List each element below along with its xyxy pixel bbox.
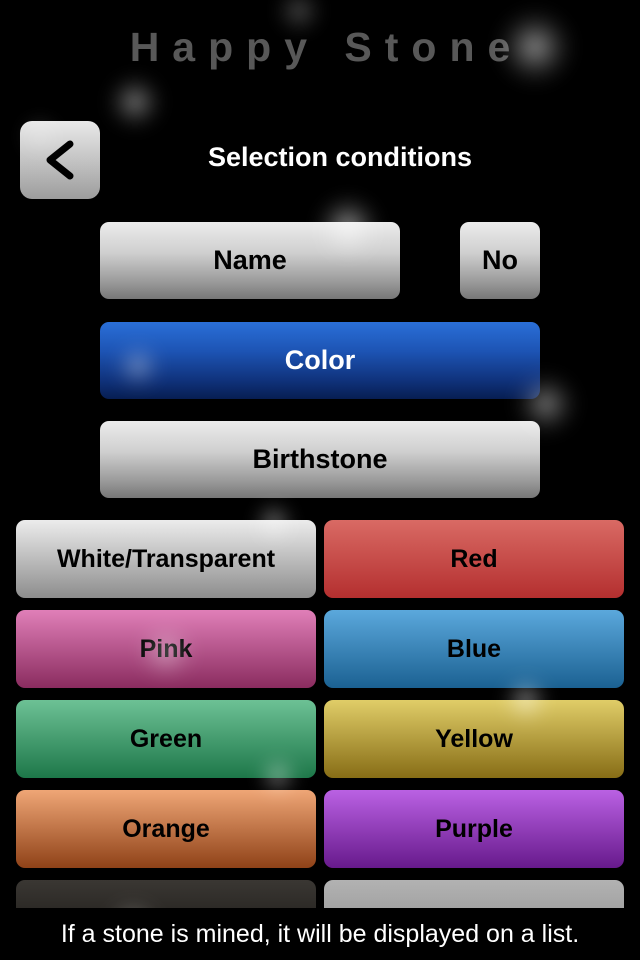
color-swatch-orange[interactable]: Orange (16, 790, 316, 868)
color-swatch-white-transparent[interactable]: White/Transparent (16, 520, 316, 598)
condition-button-color[interactable]: Color (100, 322, 540, 399)
color-swatch-blue[interactable]: Blue (324, 610, 624, 688)
footer-message: If a stone is mined, it will be displaye… (60, 919, 580, 948)
condition-button-no[interactable]: No (460, 222, 540, 299)
color-swatch-yellow[interactable]: Yellow (324, 700, 624, 778)
color-swatch-purple[interactable]: Purple (324, 790, 624, 868)
footer-status-bar: If a stone is mined, it will be displaye… (0, 908, 640, 960)
back-button[interactable] (20, 121, 100, 199)
app-title: Happy Stone (129, 24, 524, 70)
page-title: Selection conditions (207, 142, 473, 172)
condition-button-name[interactable]: Name (100, 222, 400, 299)
color-swatch-red[interactable]: Red (324, 520, 624, 598)
chevron-left-icon (39, 137, 81, 183)
condition-button-birthstone[interactable]: Birthstone (100, 421, 540, 498)
color-swatch-green[interactable]: Green (16, 700, 316, 778)
color-swatch-pink[interactable]: Pink (16, 610, 316, 688)
